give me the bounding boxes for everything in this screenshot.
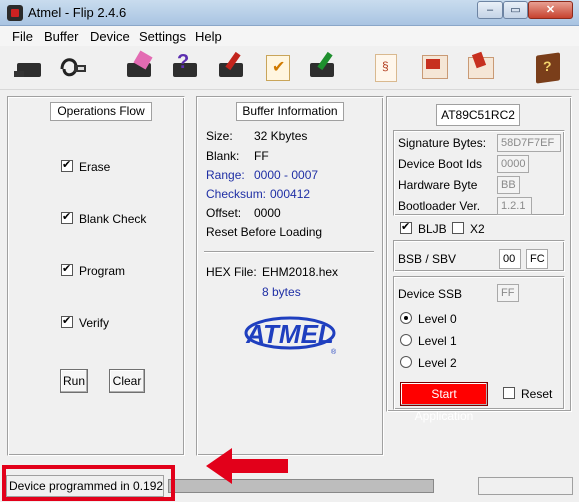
program-checkbox[interactable] [61,262,73,276]
highlight-box [2,465,175,501]
device-ssb-field: FF [497,284,519,302]
erase-checkbox[interactable] [61,158,73,172]
title-bar: Atmel - Flip 2.4.6 – ▭ ✕ [0,0,579,26]
hex-file-label: HEX File: [206,265,257,279]
status-cell [478,477,573,495]
bootloader-version-field: 1.2.1 [497,197,532,215]
close-button[interactable]: ✕ [528,1,573,19]
device-ssb-label: Device SSB [398,287,463,301]
bsb-sbv-label: BSB / SBV [398,252,457,266]
read-icon[interactable] [305,51,339,85]
checksum-label[interactable]: Checksum: [206,187,266,201]
offset-label: Offset: [206,206,242,220]
edit-buffer-icon[interactable] [464,51,498,85]
hardware-byte-field: BB [497,176,520,194]
minimize-button[interactable]: – [477,1,503,19]
operations-flow-title: Operations Flow [50,102,152,121]
level-2-radio[interactable] [400,356,412,368]
erase-label: Erase [79,160,111,174]
menu-file[interactable]: File [12,29,33,44]
help-icon[interactable]: ? [530,51,564,85]
menu-help[interactable]: Help [195,29,222,44]
select-device-icon[interactable] [12,51,46,85]
maximize-button[interactable]: ▭ [503,1,528,19]
bljb-checkbox[interactable] [400,220,412,234]
run-button[interactable]: Run [60,369,88,393]
red-arrow-icon [206,446,296,486]
size-value: 32 Kbytes [254,129,308,143]
program-label: Program [79,264,126,278]
buffer-divider [204,251,374,252]
signature-bytes-field: 58D7F7EF [497,134,561,152]
menu-buffer[interactable]: Buffer [44,29,78,44]
communication-icon[interactable] [56,51,90,85]
blank-check-checkbox[interactable] [61,210,73,224]
verify-checkbox[interactable] [61,314,73,328]
atmel-logo-text: ATMEL [245,319,334,349]
bootloader-version-label: Bootloader Ver. [398,199,481,213]
atmel-logo: ATMEL ® [242,316,338,356]
hex-size-value: 8 bytes [262,285,301,299]
atmel-registered-mark: ® [331,348,337,356]
level-0-radio[interactable] [400,312,412,324]
device-name: AT89C51RC2 [436,104,520,126]
program-icon[interactable] [214,51,248,85]
load-hex-icon[interactable]: § [370,51,404,85]
verify-icon[interactable]: ✔ [262,51,296,85]
buffer-information-title: Buffer Information [236,102,344,121]
reset-checkbox[interactable] [503,387,515,399]
menu-device[interactable]: Device [90,29,130,44]
checksum-value: 000412 [270,187,311,201]
level-1-label: Level 1 [418,334,457,348]
level-0-label: Level 0 [418,312,457,326]
menu-settings[interactable]: Settings [139,29,186,44]
verify-label: Verify [79,316,110,330]
blank-label: Blank: [206,149,240,163]
level-1-radio[interactable] [400,334,412,346]
x2-label: X2 [470,222,485,236]
reset-before-loading-label: Reset Before Loading [206,225,323,239]
x2-checkbox[interactable] [452,222,464,234]
offset-value: 0000 [254,206,281,220]
boot-ids-field: 0000 [497,155,529,173]
menu-bar: File Buffer Device Settings Help [0,26,579,46]
window-title: Atmel - Flip 2.4.6 [28,5,127,20]
blank-check-label: Blank Check [79,212,147,226]
save-buffer-icon[interactable] [418,51,452,85]
sbv-field[interactable]: FC [526,249,548,269]
hardware-byte-label: Hardware Byte [398,178,478,192]
level-2-label: Level 2 [418,356,457,370]
erase-icon[interactable] [122,50,156,85]
boot-ids-label: Device Boot Ids [398,157,483,171]
bsb-field[interactable]: 00 [499,249,521,269]
signature-bytes-label: Signature Bytes: [398,136,487,150]
range-value: 0000 - 0007 [254,168,319,182]
clear-button[interactable]: Clear [109,369,145,393]
size-label: Size: [206,129,233,143]
start-application-button[interactable]: Start Application [400,382,488,423]
hex-file-value: EHM2018.hex [262,265,339,279]
blank-value: FF [254,149,269,163]
bljb-label: BLJB [418,222,447,236]
atmel-app-icon [7,5,23,21]
blank-check-icon[interactable]: ? [168,51,202,85]
toolbar: ? ✔ § ? [0,46,579,90]
reset-label: Reset [521,387,553,401]
range-label[interactable]: Range: [206,168,245,182]
